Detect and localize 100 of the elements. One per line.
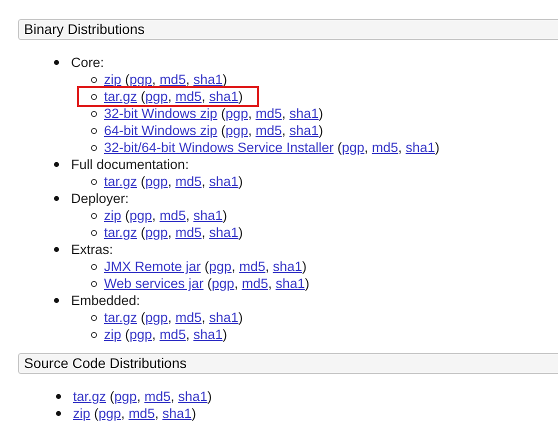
checksum-link[interactable]: pgp	[145, 89, 168, 104]
download-link[interactable]: tar.gz	[104, 225, 138, 240]
bullet-icon	[91, 314, 97, 320]
bullet-icon	[91, 110, 97, 116]
checksum-link[interactable]: md5	[242, 276, 268, 291]
bullet-icon	[56, 394, 61, 399]
comma-text: ,	[121, 406, 126, 421]
checksum-link[interactable]: pgp	[145, 310, 168, 325]
checksum-link[interactable]: md5	[160, 208, 186, 223]
group-label: Core:	[71, 55, 104, 70]
comma-text: ,	[234, 276, 240, 291]
paren-text: (	[220, 106, 226, 121]
checksum-link[interactable]: sha1	[162, 406, 192, 421]
checksum-link[interactable]: pgp	[342, 140, 364, 155]
checksum-link[interactable]: pgp	[130, 72, 152, 87]
checksum-link[interactable]: pgp	[145, 225, 168, 240]
group-label: Extras:	[71, 242, 114, 257]
comma-text: ,	[154, 406, 160, 421]
checksum-link[interactable]: pgp	[145, 174, 168, 189]
checksum-link[interactable]: pgp	[114, 389, 137, 404]
download-link[interactable]: zip	[104, 327, 122, 342]
bullet-icon	[54, 298, 59, 303]
checksum-link[interactable]: sha1	[276, 276, 305, 291]
download-link[interactable]: Web services jar	[104, 276, 204, 291]
paren-text: )	[302, 259, 307, 274]
checksum-link[interactable]: md5	[256, 123, 282, 138]
bullet-icon	[91, 144, 97, 150]
comma-text: ,	[136, 389, 142, 404]
download-link[interactable]: tar.gz	[104, 174, 138, 189]
checksum-link[interactable]: md5	[144, 389, 171, 404]
download-link[interactable]: 64-bit Windows zip	[104, 123, 218, 138]
checksum-link[interactable]: sha1	[193, 72, 223, 87]
comma-text: ,	[282, 106, 287, 121]
comma-text: ,	[168, 174, 173, 189]
checksum-link[interactable]: pgp	[130, 208, 152, 223]
checksum-link[interactable]: sha1	[289, 106, 319, 121]
checksum-link[interactable]: md5	[160, 72, 186, 87]
download-link[interactable]: 32-bit Windows zip	[104, 106, 218, 121]
paren-text: )	[222, 327, 228, 342]
checksum-link[interactable]: pgp	[209, 259, 232, 274]
group-label: Deployer:	[71, 191, 129, 206]
bullet-icon	[91, 128, 97, 134]
section-header: Source Code Distributions	[18, 353, 558, 374]
checksum-link[interactable]: sha1	[209, 225, 238, 240]
checksum-link[interactable]: md5	[175, 310, 202, 325]
download-link[interactable]: zip	[104, 208, 122, 223]
checksum-link[interactable]: md5	[175, 89, 202, 104]
checksum-link[interactable]: sha1	[406, 140, 435, 155]
checksum-link[interactable]: sha1	[272, 259, 302, 274]
bullet-icon	[54, 60, 59, 65]
download-link[interactable]: JMX Remote jar	[104, 259, 201, 274]
bullet-icon	[54, 162, 59, 167]
paren-text: )	[434, 140, 440, 155]
paren-text: (	[206, 276, 212, 291]
checksum-link[interactable]: sha1	[209, 174, 238, 189]
comma-text: ,	[202, 310, 206, 325]
checksum-link[interactable]: sha1	[193, 327, 223, 342]
bullet-icon	[56, 411, 61, 416]
group-label: Full documentation:	[71, 157, 189, 172]
checksum-link[interactable]: pgp	[212, 276, 234, 291]
bullet-icon	[91, 76, 97, 82]
bullet-icon	[91, 178, 97, 184]
comma-text: ,	[202, 225, 206, 240]
checksum-link[interactable]: md5	[175, 174, 202, 189]
checksum-link[interactable]: md5	[256, 106, 282, 121]
checksum-link[interactable]: sha1	[193, 208, 223, 223]
comma-text: ,	[248, 106, 253, 121]
paren-text: (	[140, 174, 146, 189]
checksum-link[interactable]: md5	[239, 259, 266, 274]
paren-text: )	[222, 208, 228, 223]
checksum-link[interactable]: pgp	[226, 123, 248, 138]
download-link[interactable]: zip	[104, 72, 122, 87]
paren-text: )	[238, 310, 243, 325]
checksum-link[interactable]: md5	[175, 225, 202, 240]
checksum-link[interactable]: sha1	[209, 310, 238, 325]
paren-text: (	[140, 310, 146, 325]
paren-text: )	[192, 406, 196, 421]
paren-text: )	[318, 123, 324, 138]
paren-text: )	[318, 106, 324, 121]
comma-text: ,	[232, 259, 236, 274]
checksum-link[interactable]: sha1	[178, 389, 208, 404]
bullet-icon	[91, 264, 97, 270]
checksum-link[interactable]: sha1	[289, 123, 319, 138]
download-link[interactable]: tar.gz	[104, 310, 138, 325]
download-link[interactable]: zip	[73, 406, 90, 421]
bullet-icon	[91, 94, 97, 100]
checksum-link[interactable]: pgp	[226, 106, 248, 121]
checksum-link[interactable]: md5	[160, 327, 186, 342]
checksum-link[interactable]: pgp	[130, 327, 152, 342]
checksum-link[interactable]: sha1	[209, 89, 238, 104]
checksum-link[interactable]: md5	[372, 140, 398, 155]
checksum-link[interactable]: pgp	[98, 406, 122, 421]
download-link[interactable]: tar.gz	[104, 89, 138, 104]
download-link[interactable]: tar.gz	[73, 389, 106, 404]
checksum-link[interactable]: md5	[128, 406, 155, 421]
comma-text: ,	[202, 89, 206, 104]
paren-text: )	[304, 276, 310, 291]
download-link[interactable]: 32-bit/64-bit Windows Service Installer	[104, 140, 334, 155]
comma-text: ,	[398, 140, 403, 155]
comma-text: ,	[364, 140, 370, 155]
